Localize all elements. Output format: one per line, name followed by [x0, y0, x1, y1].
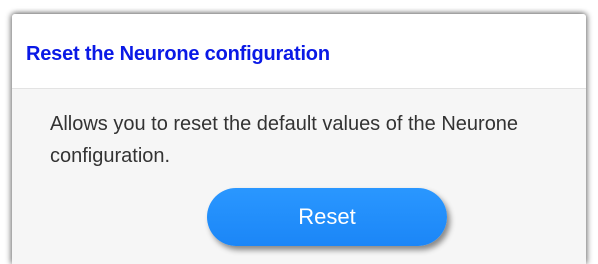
panel-title: Reset the Neurone configuration	[26, 43, 330, 65]
reset-configuration-panel: Reset the Neurone configuration Allows y…	[12, 14, 586, 264]
panel-header: Reset the Neurone configuration	[12, 14, 586, 88]
header-divider	[12, 88, 586, 89]
page-background: Reset the Neurone configuration Allows y…	[0, 0, 598, 264]
reset-button[interactable]: Reset	[207, 188, 447, 246]
panel-description: Allows you to reset the default values o…	[50, 113, 519, 167]
